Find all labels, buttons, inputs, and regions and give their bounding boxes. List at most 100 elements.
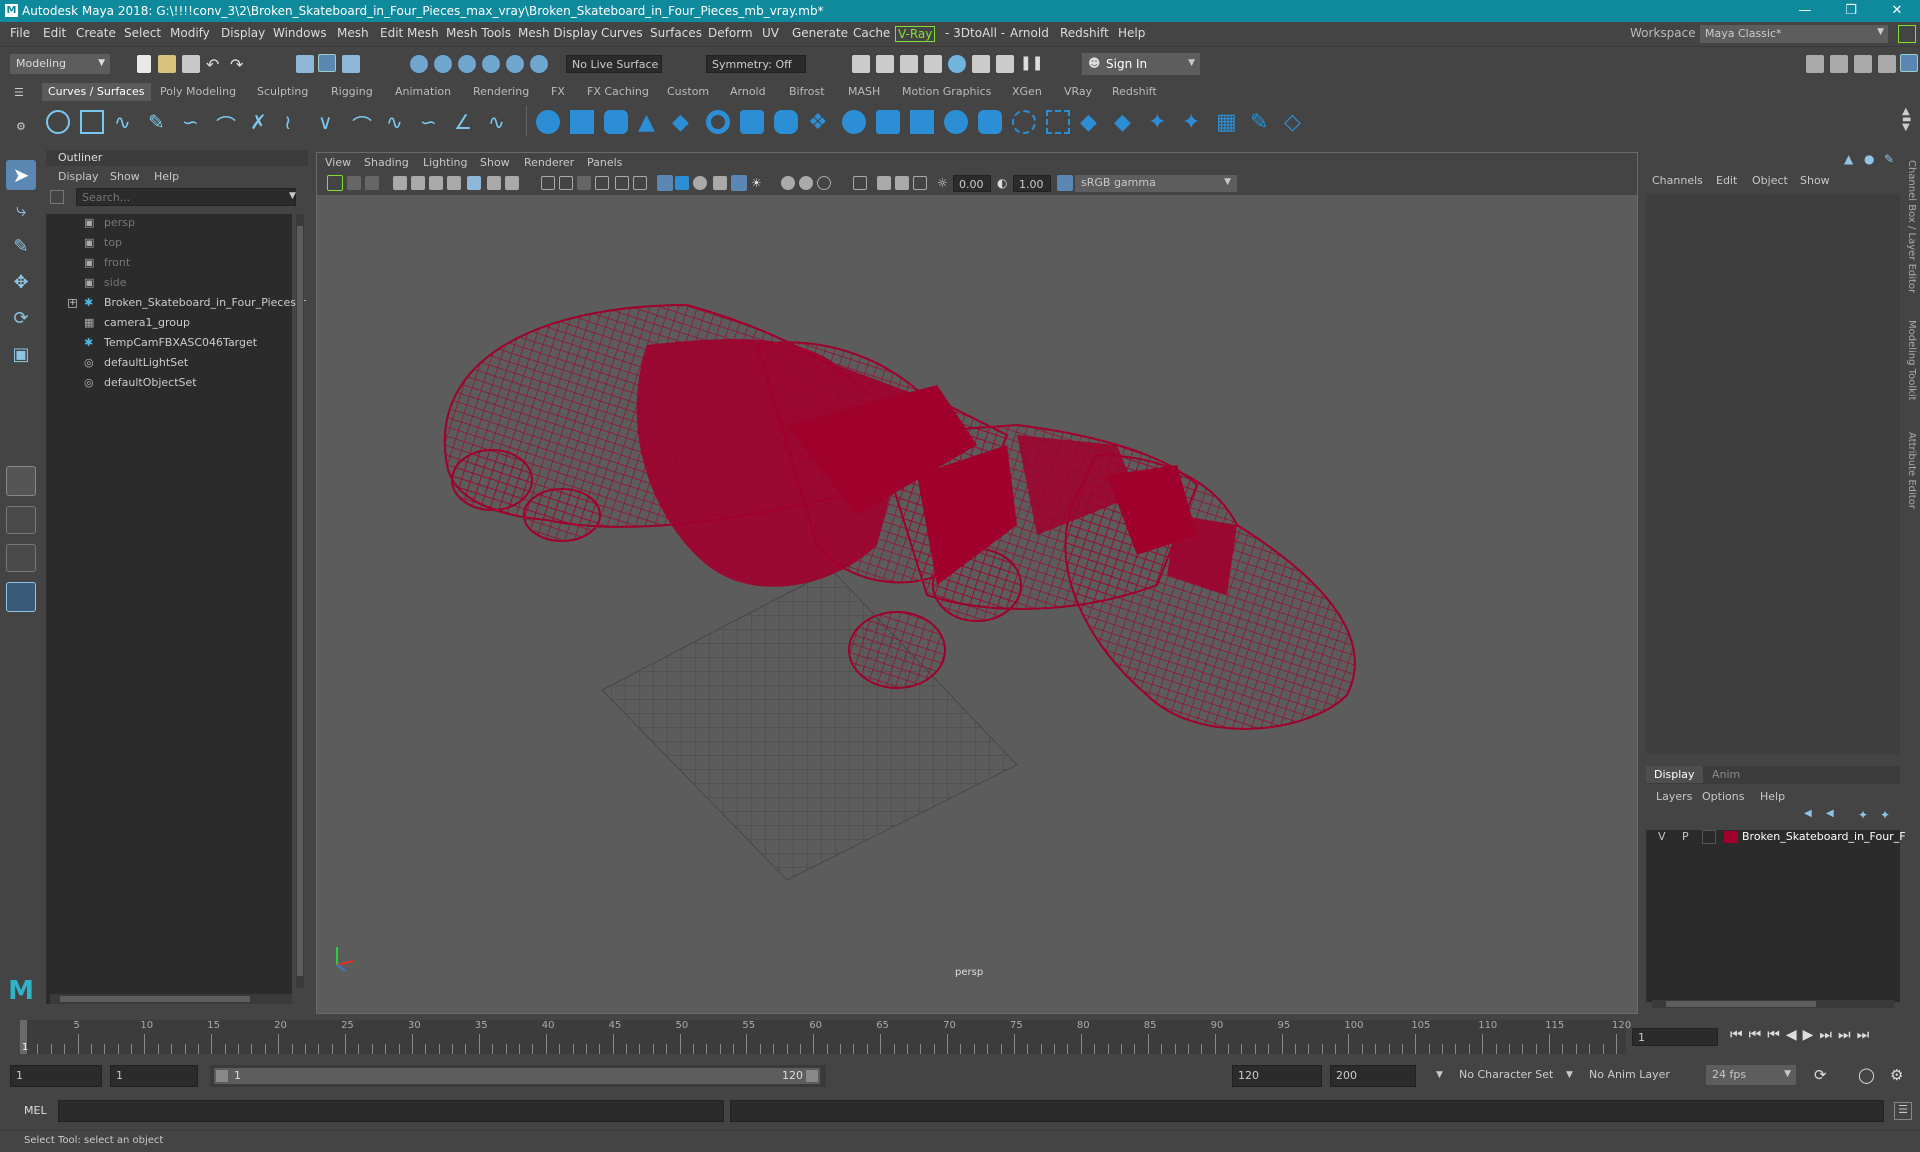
select-component-icon[interactable]: [342, 55, 360, 73]
anim-end-field[interactable]: 120: [1232, 1065, 1322, 1087]
search-options-icon[interactable]: [50, 190, 64, 204]
menu-vray[interactable]: V-Ray: [895, 26, 936, 42]
channels-menu-edit[interactable]: Edit: [1716, 174, 1737, 187]
layers-menu-options[interactable]: Options: [1702, 790, 1744, 803]
mode-selector[interactable]: Modeling ▼: [10, 54, 110, 74]
untrim-icon[interactable]: ◆: [1114, 110, 1138, 135]
viewport-menu-panels[interactable]: Panels: [587, 156, 622, 169]
shelf-tab-custom[interactable]: Custom: [667, 85, 709, 98]
attribute-editor-toggle-icon[interactable]: [1854, 55, 1872, 73]
fps-dropdown[interactable]: 24 fps ▼: [1706, 1065, 1796, 1085]
range-end-grip[interactable]: [806, 1070, 818, 1082]
persp-outliner-layout-icon[interactable]: [6, 544, 36, 572]
play-forwards-icon[interactable]: ▶: [1803, 1027, 1820, 1043]
shelf-tab-xgen[interactable]: XGen: [1012, 85, 1042, 98]
script-editor-icon[interactable]: ☰: [1894, 1102, 1912, 1120]
outliner-item[interactable]: ◎ defaultLightSet: [46, 356, 286, 374]
nurbs-circle-icon[interactable]: [46, 110, 70, 134]
menu-mesh-display[interactable]: Mesh Display: [518, 26, 598, 40]
range-start-grip[interactable]: [216, 1070, 228, 1082]
render-settings-icon[interactable]: [924, 55, 942, 73]
trim-tool-icon[interactable]: ◆: [1080, 110, 1104, 135]
move-layer-down-icon[interactable]: ◀: [1826, 808, 1840, 822]
snap-plane-icon[interactable]: [482, 55, 500, 73]
step-forward-key-icon[interactable]: ⏭: [1819, 1027, 1838, 1043]
arc-tool-icon[interactable]: ⌒: [216, 110, 240, 138]
smooth-shade-icon[interactable]: [559, 176, 573, 190]
current-frame-field[interactable]: 1: [1632, 1028, 1718, 1046]
outliner-menu-display[interactable]: Display: [58, 170, 99, 183]
xray-icon[interactable]: [731, 175, 747, 191]
bevel-plus-icon[interactable]: [978, 110, 1002, 134]
attach-curve-icon[interactable]: ≀: [284, 110, 308, 134]
new-layer-icon[interactable]: ✦: [1858, 808, 1872, 822]
film-gate-icon[interactable]: [467, 176, 481, 190]
revolve-icon[interactable]: [740, 110, 764, 134]
side-tab-modeling-toolkit[interactable]: Modeling Toolkit: [1906, 320, 1917, 401]
loop-icon[interactable]: ⟳: [1814, 1066, 1827, 1084]
depth-of-field-icon[interactable]: [853, 176, 867, 190]
menu-deform[interactable]: Deform: [708, 26, 753, 40]
outliner-item[interactable]: ✱ TempCamFBXASC046Target: [46, 336, 286, 354]
auto-key-icon[interactable]: ◯: [1858, 1066, 1875, 1084]
color-management-icon[interactable]: [1057, 175, 1073, 191]
channels-menu-show[interactable]: Show: [1800, 174, 1830, 187]
channel-box-toggle-icon[interactable]: [1900, 54, 1918, 72]
insert-knot-icon[interactable]: ∿: [488, 110, 512, 134]
offset-curve-icon[interactable]: ⌒: [352, 110, 376, 138]
redo-icon[interactable]: ↷: [230, 55, 248, 74]
go-to-start-icon[interactable]: ⏮: [1730, 1027, 1749, 1043]
time-slider-track[interactable]: 1 5 10 15 20 25 30 35 40 45 50 55 60 65 70 75 80 85 90 95 1…: [20, 1020, 1631, 1054]
chevron-down-icon[interactable]: ▼: [289, 191, 296, 201]
outliner-item[interactable]: + ✱ Broken_Skateboard_in_Four_Pieces_r: [46, 296, 306, 314]
snap-view-icon[interactable]: [530, 55, 548, 73]
outliner-layout-icon[interactable]: [6, 582, 36, 612]
character-set-dropdown[interactable]: No Character Set: [1454, 1065, 1564, 1087]
render-frame-icon[interactable]: [852, 55, 870, 73]
layer-horizontal-scrollbar[interactable]: [1652, 1000, 1894, 1008]
menu-surfaces[interactable]: Surfaces: [650, 26, 702, 40]
time-slider[interactable]: 1 5 10 15 20 25 30 35 40 45 50 55 60 65 70 75 80 85 90 95 1…: [0, 1018, 1920, 1056]
nurbs-torus-icon[interactable]: [706, 110, 730, 134]
select-object-icon[interactable]: [318, 54, 336, 72]
menu-mesh-tools[interactable]: Mesh Tools: [446, 26, 511, 40]
snap-curve-icon[interactable]: [434, 55, 452, 73]
rebuild-curve-icon[interactable]: ∿: [386, 110, 410, 134]
camera-attributes-icon[interactable]: [347, 176, 361, 190]
render-view-icon[interactable]: [972, 55, 990, 73]
menu-uv[interactable]: UV: [762, 26, 779, 40]
range-slider-handle[interactable]: 1 120: [214, 1068, 820, 1084]
lights-icon[interactable]: [633, 176, 647, 190]
gamma-icon[interactable]: ◐: [997, 176, 1011, 190]
outliner-item[interactable]: ▣ side: [46, 276, 286, 294]
layer-visibility-toggle[interactable]: V: [1658, 830, 1666, 843]
shelf-settings-icon[interactable]: ⚙: [16, 120, 28, 133]
wireframe-icon[interactable]: [541, 176, 555, 190]
chevron-down-icon[interactable]: ▼: [1566, 1070, 1573, 1080]
menu-generate[interactable]: Generate: [792, 26, 848, 40]
anti-aliasing-icon[interactable]: [713, 176, 727, 190]
menu-mesh[interactable]: Mesh: [337, 26, 369, 40]
layer-name[interactable]: Broken_Skateboard_in_Four_F: [1742, 830, 1906, 843]
nurbs-cone-icon[interactable]: ▲: [638, 110, 662, 135]
intersect-surface-icon[interactable]: [1046, 110, 1070, 134]
close-button[interactable]: ✕: [1874, 0, 1920, 22]
shelf-tab-vray[interactable]: VRay: [1064, 85, 1092, 98]
human-ik-toggle-icon[interactable]: [1830, 55, 1848, 73]
snap-surface-icon[interactable]: [506, 55, 524, 73]
undo-icon[interactable]: ↶: [206, 55, 224, 74]
shelf-scroll-icon[interactable]: ▲ ▬ ▼: [1902, 107, 1911, 133]
ep-curve-icon[interactable]: ∿: [114, 110, 138, 134]
shelf-tab-fx[interactable]: FX: [551, 85, 565, 98]
outliner-vertical-scrollbar[interactable]: [296, 214, 304, 988]
single-perspective-layout-icon[interactable]: [6, 466, 36, 496]
side-tab-attribute-editor[interactable]: Attribute Editor: [1906, 432, 1917, 509]
shelf-tab-bifrost[interactable]: Bifrost: [789, 85, 825, 98]
shelf-menu-icon[interactable]: ☰: [14, 86, 28, 99]
bookmark-icon[interactable]: [365, 176, 379, 190]
nurbs-cylinder-icon[interactable]: [604, 110, 628, 134]
xray-components-icon[interactable]: [799, 176, 813, 190]
shelf-tab-redshift[interactable]: Redshift: [1112, 85, 1157, 98]
minimize-button[interactable]: —: [1782, 0, 1828, 22]
shelf-tab-poly-modeling[interactable]: Poly Modeling: [160, 85, 236, 98]
